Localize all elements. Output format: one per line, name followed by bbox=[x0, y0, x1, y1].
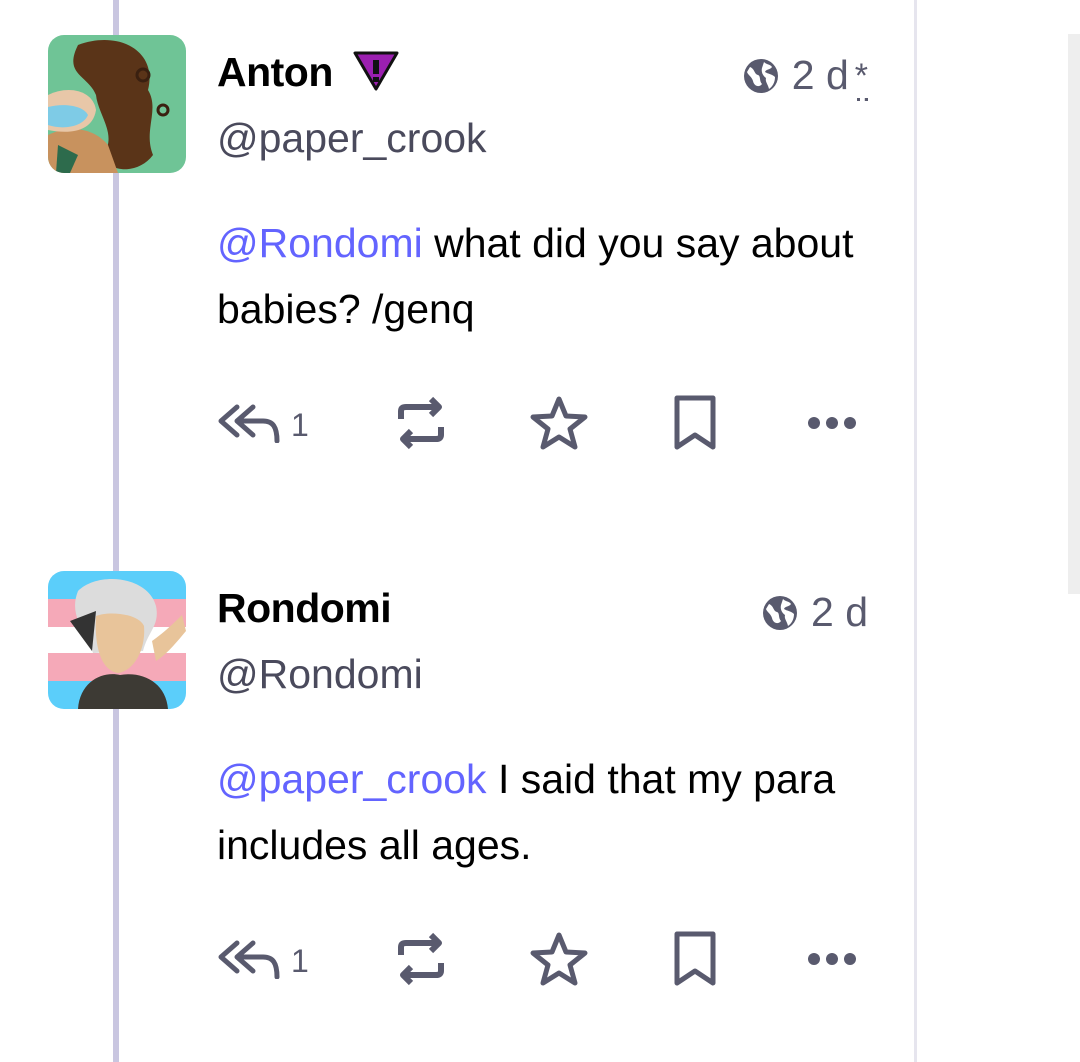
bookmark-icon bbox=[673, 395, 717, 456]
action-bar: 1 bbox=[217, 395, 867, 455]
star-icon bbox=[529, 395, 589, 456]
column-divider bbox=[914, 0, 917, 1062]
display-name[interactable]: Rondomi bbox=[217, 588, 392, 629]
post-content: @Rondomi what did you say about babies? … bbox=[217, 210, 857, 342]
action-bar: 1 bbox=[217, 931, 867, 991]
account-handle[interactable]: @paper_crook bbox=[217, 118, 487, 159]
scrollbar[interactable] bbox=[1068, 34, 1080, 594]
mention-link[interactable]: @Rondomi bbox=[217, 220, 423, 266]
reply-all-icon bbox=[217, 403, 283, 448]
account-handle[interactable]: @Rondomi bbox=[217, 654, 423, 695]
post-meta: 2 d bbox=[761, 592, 868, 633]
globe-icon bbox=[742, 57, 780, 95]
status-post-anton[interactable]: Anton @paper_crook 2 d * @Rondomi what d… bbox=[0, 0, 914, 520]
more-options-button[interactable] bbox=[807, 395, 857, 455]
bookmark-button[interactable] bbox=[673, 395, 717, 455]
favourite-button[interactable] bbox=[529, 931, 589, 991]
bookmark-button[interactable] bbox=[673, 931, 717, 991]
retweet-icon bbox=[395, 931, 447, 992]
post-content: @paper_crook I said that my para include… bbox=[217, 746, 857, 878]
reply-all-icon bbox=[217, 939, 283, 984]
reply-all-button[interactable]: 1 bbox=[217, 395, 309, 455]
display-name[interactable]: Anton bbox=[217, 52, 333, 93]
more-options-button[interactable] bbox=[807, 931, 857, 991]
retweet-icon bbox=[395, 395, 447, 456]
reply-count: 1 bbox=[291, 942, 309, 979]
mention-link[interactable]: @paper_crook bbox=[217, 756, 487, 802]
boost-button[interactable] bbox=[395, 931, 447, 991]
reply-count: 1 bbox=[291, 406, 309, 443]
avatar[interactable] bbox=[48, 35, 186, 173]
status-post-rondomi[interactable]: Rondomi @Rondomi 2 d @paper_crook I said… bbox=[0, 536, 914, 1062]
bookmark-icon bbox=[673, 931, 717, 992]
post-timestamp[interactable]: 2 d bbox=[792, 55, 849, 96]
star-icon bbox=[529, 931, 589, 992]
globe-icon bbox=[761, 594, 799, 632]
edited-marker[interactable]: * bbox=[855, 59, 869, 101]
boost-button[interactable] bbox=[395, 395, 447, 455]
avatar[interactable] bbox=[48, 571, 186, 709]
warning-badge-icon bbox=[352, 50, 400, 97]
ellipsis-icon bbox=[807, 416, 857, 435]
favourite-button[interactable] bbox=[529, 395, 589, 455]
reply-all-button[interactable]: 1 bbox=[217, 931, 309, 991]
ellipsis-icon bbox=[807, 952, 857, 971]
post-timestamp[interactable]: 2 d bbox=[811, 592, 868, 633]
post-meta: 2 d * bbox=[742, 55, 869, 101]
